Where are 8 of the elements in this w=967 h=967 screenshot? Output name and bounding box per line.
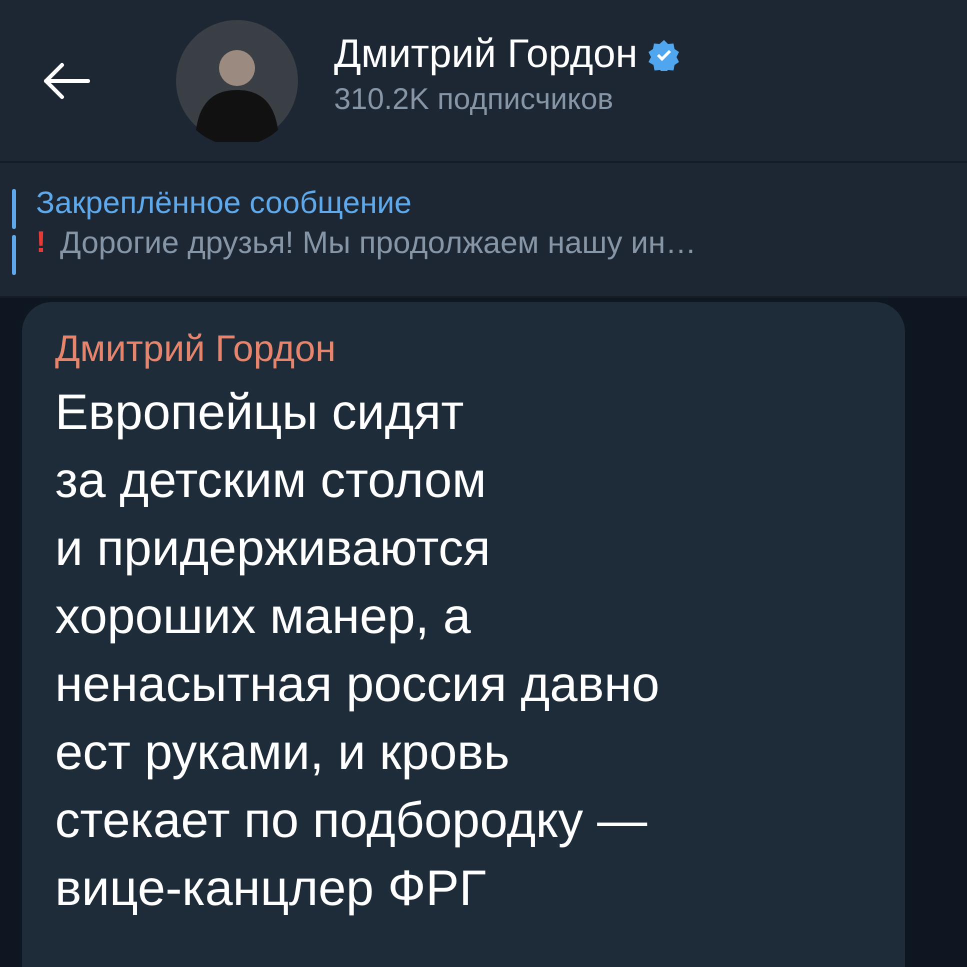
exclamation-mark: ! — [36, 226, 46, 260]
avatar-icon[interactable] — [176, 20, 298, 142]
message-text: Европейцы сидят за детским столом и придерживаются хороших манер, а ненасытная россия давно ест руками, и кровь стекает по подбородку — вице-канцлер ФРГ — [55, 383, 661, 918]
channel-title: Дмитрий Гордон — [334, 32, 638, 77]
pinned-label[interactable]: Закреплённое сообщение — [36, 185, 696, 221]
sender-name[interactable]: Дмитрий Гордон — [55, 328, 875, 370]
pinned-preview[interactable]: Дорогие друзья! Мы продолжаем нашу ин… — [60, 225, 696, 261]
subscriber-count: 310.2K подписчиков — [334, 83, 614, 117]
